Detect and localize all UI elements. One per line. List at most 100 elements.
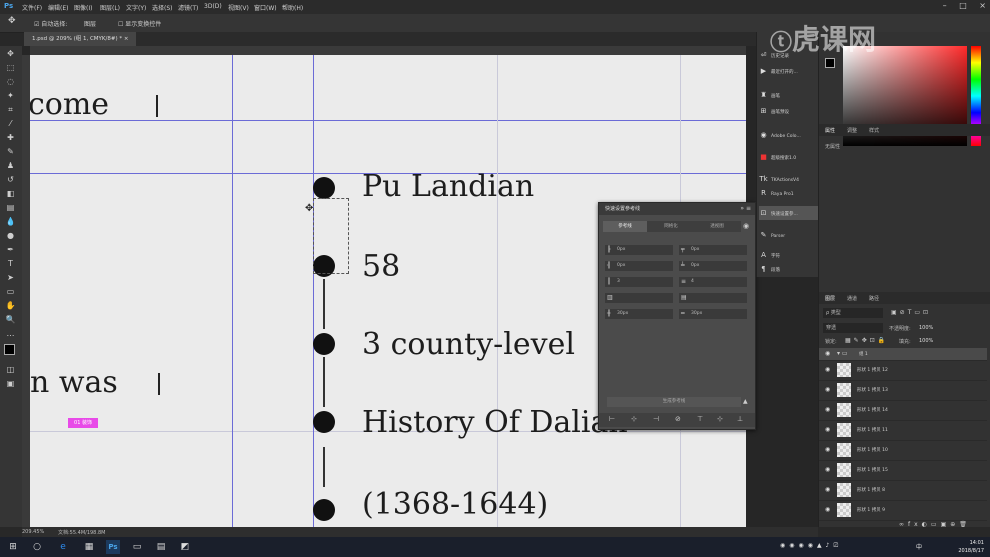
visibility-eye-icon[interactable]: ◉ bbox=[825, 350, 830, 357]
align-hcenter-icon[interactable]: ⊹ bbox=[631, 415, 637, 423]
menu-type[interactable]: 文字(Y) bbox=[126, 3, 146, 12]
timeline-item-text[interactable]: (1368-1644) bbox=[362, 487, 548, 522]
panel-super-search[interactable]: ■ 超级搜索1.0 bbox=[759, 150, 819, 164]
foreground-swatch[interactable] bbox=[825, 58, 835, 68]
close-icon[interactable]: × bbox=[979, 1, 986, 10]
timeline-item-text[interactable]: History Of Dalian bbox=[362, 405, 628, 440]
eye-icon[interactable]: ◉ bbox=[743, 222, 749, 230]
show-transform-checkbox[interactable]: ☐ 显示变换控件 bbox=[118, 19, 161, 28]
dodge-icon[interactable]: ● bbox=[4, 230, 17, 242]
timeline-item-text[interactable]: 3 county-level bbox=[362, 327, 575, 362]
panel-adobe-color[interactable]: ◉ Adobe Colo... bbox=[759, 128, 819, 142]
tab-styles[interactable]: 样式 bbox=[869, 127, 879, 134]
visibility-eye-icon[interactable]: ◉ bbox=[825, 426, 830, 433]
menu-layer[interactable]: 图层(L) bbox=[100, 3, 120, 12]
layer-filter-icons[interactable]: ▣⊘T▭⊡ bbox=[891, 309, 931, 316]
menu-file[interactable]: 文件(F) bbox=[22, 3, 42, 12]
rows-field[interactable]: ≡ 4 bbox=[679, 277, 747, 287]
visibility-eye-icon[interactable]: ◉ bbox=[825, 406, 830, 413]
guide-v[interactable] bbox=[497, 55, 498, 527]
blur-icon[interactable]: 💧 bbox=[4, 216, 17, 228]
timeline-item-text[interactable]: Pu Landian bbox=[362, 169, 534, 204]
quick-mask-icon[interactable]: ◫ bbox=[4, 364, 17, 376]
auto-select-checkbox[interactable]: ☑ 自动选择: bbox=[34, 19, 67, 28]
eyedropper-icon[interactable]: ⁄ bbox=[4, 118, 17, 130]
fill-value[interactable]: 100% bbox=[919, 338, 933, 344]
more-tools-icon[interactable]: … bbox=[4, 328, 17, 340]
layer-row[interactable]: ◉ 形状 1 拷贝 9 bbox=[819, 501, 987, 521]
layer-footer-icons[interactable]: ∞fx◐▭▣⊕🗑 bbox=[899, 521, 971, 528]
hand-icon[interactable]: ✋ bbox=[4, 300, 17, 312]
explorer-icon[interactable]: ▤ bbox=[154, 540, 168, 554]
screen-mode-icon[interactable]: ▣ bbox=[4, 378, 17, 390]
row-height-field[interactable]: ▤ bbox=[679, 293, 747, 303]
menu-select[interactable]: 选择(S) bbox=[152, 3, 173, 12]
tab-guides[interactable]: 参考线 bbox=[603, 221, 647, 232]
layer-row[interactable]: ◉ 形状 1 拷贝 14 bbox=[819, 401, 987, 421]
document-tab[interactable]: 1.psd @ 209% (组 1, CMYK/8#) * × bbox=[24, 32, 137, 46]
move-icon[interactable]: ✥ bbox=[4, 48, 17, 60]
color-swatches[interactable] bbox=[4, 344, 20, 360]
panel-quick-guides[interactable]: ⊡ 快速设置参... bbox=[759, 206, 819, 220]
move-tool-icon[interactable]: ✥ bbox=[8, 16, 16, 26]
ruler-top[interactable] bbox=[30, 46, 746, 55]
ime-indicator[interactable]: 中 bbox=[916, 542, 922, 551]
opacity-value[interactable]: 100% bbox=[919, 325, 933, 331]
canvas-text-left[interactable]: come bbox=[30, 87, 109, 122]
menu-3d[interactable]: 3D(D) bbox=[204, 3, 222, 10]
pen-icon[interactable]: ✒ bbox=[4, 244, 17, 256]
menu-window[interactable]: 窗口(W) bbox=[254, 3, 277, 12]
zoom-level[interactable]: 209.45% bbox=[22, 529, 44, 535]
timeline-bullet[interactable] bbox=[313, 177, 335, 199]
menu-view[interactable]: 视图(V) bbox=[228, 3, 249, 12]
marquee-icon[interactable]: ⬚ bbox=[4, 62, 17, 74]
selection-box[interactable] bbox=[313, 198, 349, 274]
layer-row[interactable]: ◉ 形状 1 拷贝 8 bbox=[819, 481, 987, 501]
menu-image[interactable]: 图像(I) bbox=[74, 3, 92, 12]
panel-brush-presets[interactable]: ⊞ 画笔预设 bbox=[759, 104, 819, 118]
panel-paragraph[interactable]: ¶ 段落 bbox=[759, 262, 819, 276]
guide-v[interactable] bbox=[313, 55, 314, 527]
collapse-icon[interactable]: ▲ bbox=[743, 398, 748, 405]
panel-parser[interactable]: ✎ Parser bbox=[759, 228, 819, 242]
shape-icon[interactable]: ▭ bbox=[4, 286, 17, 298]
panel-raya[interactable]: R Raya Pro1 bbox=[759, 186, 819, 200]
menu-help[interactable]: 帮助(H) bbox=[282, 3, 303, 12]
gutter-field[interactable]: ╫ 30px bbox=[605, 309, 673, 319]
maximize-icon[interactable]: □ bbox=[959, 1, 967, 10]
margin-left-field[interactable]: ╟ 0px bbox=[605, 245, 673, 255]
margin-bottom-field[interactable]: ╧ 0px bbox=[679, 261, 747, 271]
visibility-eye-icon[interactable]: ◉ bbox=[825, 446, 830, 453]
magic-wand-icon[interactable]: ✦ bbox=[4, 90, 17, 102]
align-right-icon[interactable]: ⊣ bbox=[653, 415, 659, 423]
visibility-eye-icon[interactable]: ◉ bbox=[825, 386, 830, 393]
crop-icon[interactable]: ⌗ bbox=[4, 104, 17, 116]
timeline-item-text[interactable]: 58 bbox=[362, 249, 400, 284]
tray-icons[interactable]: ◉◉◉◉▲♪⎚ bbox=[780, 542, 842, 550]
layer-group-row[interactable]: ◉ ▾ ▭ 组 1 bbox=[819, 348, 987, 361]
align-vcenter-icon[interactable]: ⊹ bbox=[717, 415, 723, 423]
ruler-left[interactable] bbox=[22, 55, 30, 527]
panel-recent[interactable]: ▶ 最近打开的... bbox=[759, 64, 819, 78]
guide-h[interactable] bbox=[30, 120, 746, 121]
brush-icon[interactable]: ✎ bbox=[4, 146, 17, 158]
layer-row[interactable]: ◉ 形状 1 拷贝 15 bbox=[819, 461, 987, 481]
auto-select-target[interactable]: 图层 bbox=[84, 19, 96, 28]
gradient-icon[interactable]: ▤ bbox=[4, 202, 17, 214]
menu-filter[interactable]: 滤镜(T) bbox=[178, 3, 198, 12]
stamp-icon[interactable]: ♟ bbox=[4, 160, 17, 172]
tab-grid[interactable]: 网格化 bbox=[649, 221, 693, 232]
zoom-icon[interactable]: 🔍 bbox=[4, 314, 17, 326]
visibility-eye-icon[interactable]: ◉ bbox=[825, 466, 830, 473]
tab-paths[interactable]: 路径 bbox=[869, 295, 879, 302]
align-bottom-icon[interactable]: ⊥ bbox=[737, 415, 743, 423]
column-width-field[interactable]: ▥ bbox=[605, 293, 673, 303]
delete-icon[interactable]: ⊘ bbox=[675, 415, 681, 423]
panel-menu-icon[interactable]: » ≡ bbox=[740, 205, 751, 212]
start-icon[interactable]: ⊞ bbox=[6, 540, 20, 554]
timeline-bullet[interactable] bbox=[313, 411, 335, 433]
blend-mode-select[interactable]: 穿透 bbox=[823, 323, 883, 333]
healing-icon[interactable]: ✚ bbox=[4, 132, 17, 144]
columns-field[interactable]: ║ 3 bbox=[605, 277, 673, 287]
lock-icons[interactable]: ▦✎✥⊡🔒 bbox=[845, 337, 888, 344]
